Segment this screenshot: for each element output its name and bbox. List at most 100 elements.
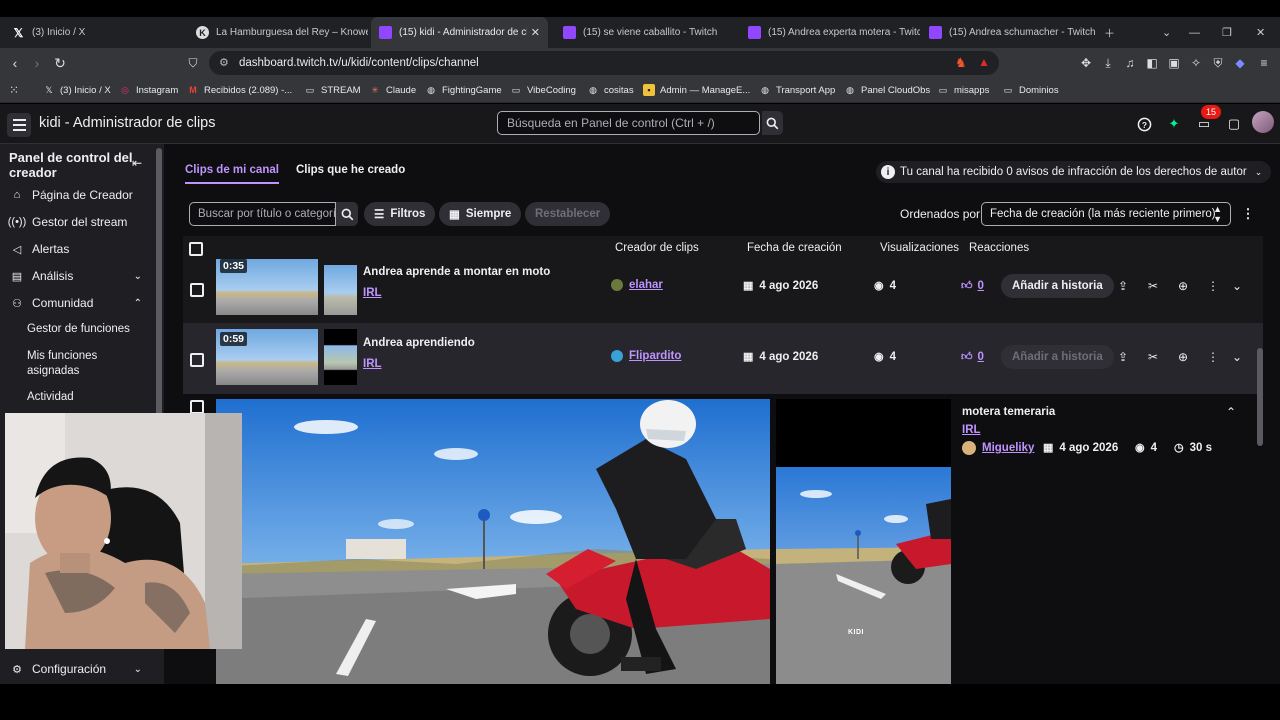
sidebar-subitem-activity[interactable]: Actividad: [27, 390, 147, 405]
row-checkbox[interactable]: [190, 400, 204, 414]
browser-tab-caballito[interactable]: (15) se viene caballito - Twitch: [555, 17, 735, 48]
menu-icon[interactable]: ≡: [1256, 55, 1272, 71]
forward-icon[interactable]: ›: [28, 54, 46, 72]
bookmark-misapps[interactable]: ▭ misapps: [937, 78, 990, 102]
tab-list-icon[interactable]: ⌄: [1162, 17, 1171, 48]
add-to-story-button[interactable]: Añadir a historia: [1001, 345, 1114, 369]
wallet-icon[interactable]: ▣: [1166, 55, 1182, 71]
browser-tab-x[interactable]: 𝕏 (3) Inicio / X: [4, 17, 189, 48]
clip-creator-link[interactable]: elahar: [611, 279, 663, 291]
brave-rewards-icon[interactable]: ▲: [978, 55, 990, 69]
vpn-icon[interactable]: ⛨: [1210, 55, 1226, 71]
bookmark-transport[interactable]: ◍ Transport App: [759, 78, 835, 102]
extensions-icon[interactable]: ✥: [1078, 55, 1094, 71]
clip-video-player[interactable]: [216, 399, 770, 684]
bookmark-icon[interactable]: ⛉: [184, 54, 202, 72]
media-icon[interactable]: ♫: [1122, 55, 1138, 71]
column-views[interactable]: Visualizaciones: [880, 242, 959, 254]
sidebar-item-creator-page[interactable]: ⌂ Página de Creador: [0, 182, 152, 208]
share-icon[interactable]: ⇪: [1115, 278, 1131, 294]
more-options-icon[interactable]: ⋮: [1205, 278, 1221, 294]
clip-thumbnail[interactable]: 0:59: [216, 329, 318, 385]
sidebar-scrollbar[interactable]: [156, 148, 162, 416]
clip-category-link[interactable]: IRL: [363, 358, 382, 370]
clip-reactions[interactable]: 👍︎ 0: [961, 350, 984, 364]
clip-search-input[interactable]: Buscar por título o categoría: [189, 202, 336, 226]
share-icon[interactable]: ⇪: [1115, 349, 1131, 365]
content-scrollbar[interactable]: [1257, 348, 1263, 446]
row-checkbox[interactable]: [190, 283, 204, 297]
browser-tab-schumacher[interactable]: (15) Andrea schumacher - Twitch: [921, 17, 1101, 48]
dashboard-search-button[interactable]: [762, 111, 783, 135]
close-tab-icon[interactable]: ✕: [531, 26, 540, 39]
apps-icon[interactable]: ⁙: [8, 78, 25, 102]
minimize-icon[interactable]: —: [1189, 17, 1200, 48]
row-checkbox[interactable]: [190, 353, 204, 367]
more-options-icon[interactable]: ⋮: [1240, 202, 1256, 226]
leo-ai-icon[interactable]: ✧: [1188, 55, 1204, 71]
chevron-down-icon[interactable]: ⌄: [1229, 349, 1245, 365]
clip-thumbnail[interactable]: 0:35: [216, 259, 318, 315]
bookmark-cloudobs[interactable]: ◍ Panel CloudObs: [844, 78, 930, 102]
dashboard-search-input[interactable]: Búsqueda en Panel de control (Ctrl + /): [497, 111, 760, 135]
clip-creator-link[interactable]: Flipardito: [611, 350, 681, 362]
add-circle-icon[interactable]: ⊕: [1175, 349, 1191, 365]
help-icon[interactable]: ?: [1135, 115, 1153, 133]
browser-tab-experta[interactable]: (15) Andrea experta motera - Twitch: [740, 17, 920, 48]
back-icon[interactable]: ‹: [6, 54, 24, 72]
site-settings-icon[interactable]: ⚙: [219, 56, 229, 69]
sidebar-item-analytics[interactable]: ▤ Análisis ⌄: [0, 263, 152, 289]
chevron-down-icon[interactable]: ⌄: [1229, 278, 1245, 294]
bookmark-gmail[interactable]: M Recibidos (2.089) -...: [187, 78, 292, 102]
filters-button[interactable]: ☰ Filtros: [364, 202, 436, 226]
clip-thumbnail-vertical[interactable]: [324, 265, 357, 315]
whispers-icon[interactable]: ▢: [1225, 115, 1243, 133]
scissors-icon[interactable]: ✂: [1145, 349, 1161, 365]
bookmark-stream[interactable]: ▭ STREAM: [304, 78, 361, 102]
clip-reactions[interactable]: 👍︎ 0: [961, 279, 984, 293]
new-tab-icon[interactable]: ＋: [1104, 17, 1115, 48]
bookmark-x[interactable]: 𝕏 (3) Inicio / X: [43, 78, 110, 102]
bookmark-admin[interactable]: ▪ Admin — ManageE...: [643, 78, 750, 102]
clip-thumbnail-vertical[interactable]: [324, 329, 357, 385]
bookmark-claude[interactable]: ✳ Claude: [369, 78, 416, 102]
menu-toggle-button[interactable]: [7, 113, 31, 137]
column-creator[interactable]: Creador de clips: [615, 242, 699, 254]
browser-tab-clip-manager[interactable]: (15) kidi - Administrador de clip ✕: [371, 17, 548, 48]
browser-tab-knoweats[interactable]: K La Hamburguesa del Rey – Knoweats: [188, 17, 368, 48]
bits-icon[interactable]: ✦: [1165, 115, 1183, 133]
sidebar-item-stream-manager[interactable]: ((•)) Gestor del stream: [0, 209, 152, 235]
sidebar-item-alerts[interactable]: ◁ Alertas: [0, 236, 152, 262]
select-all-checkbox[interactable]: [189, 242, 203, 256]
add-circle-icon[interactable]: ⊕: [1175, 278, 1191, 294]
profile-icon[interactable]: ◆: [1232, 55, 1248, 71]
clip-category-link[interactable]: IRL: [363, 287, 382, 299]
expanded-clip-creator-link[interactable]: Migueliky: [962, 441, 1034, 455]
sidebar-subitem-role-manager[interactable]: Gestor de funciones: [27, 322, 147, 337]
sidebar-toggle-icon[interactable]: ◧: [1144, 55, 1160, 71]
sidebar-subitem-my-roles[interactable]: Mis funciones asignadas: [27, 349, 147, 379]
sidebar-item-community[interactable]: ⚇ Comunidad ⌃: [0, 290, 152, 316]
chevron-up-icon[interactable]: ⌃: [1223, 404, 1239, 420]
download-icon[interactable]: ⤓: [1100, 55, 1116, 71]
bookmark-cositas[interactable]: ◍ cositas: [587, 78, 634, 102]
url-field[interactable]: ⚙ dashboard.twitch.tv/u/kidi/content/cli…: [209, 51, 999, 75]
tab-my-created-clips[interactable]: Clips que he creado: [296, 164, 405, 184]
column-date[interactable]: Fecha de creación: [747, 242, 842, 254]
bookmark-instagram[interactable]: ◎ Instagram: [119, 78, 178, 102]
bookmark-fightinggame[interactable]: ◍ FightingGame: [425, 78, 502, 102]
clip-vertical-preview[interactable]: KIDI: [776, 399, 951, 684]
reset-button[interactable]: Restablecer: [525, 202, 611, 226]
scissors-icon[interactable]: ✂: [1145, 278, 1161, 294]
sort-select[interactable]: Fecha de creación (la más reciente prime…: [981, 202, 1231, 226]
clip-search-button[interactable]: [336, 202, 358, 226]
bookmark-dominios[interactable]: ▭ Dominios: [1002, 78, 1059, 102]
more-options-icon[interactable]: ⋮: [1205, 349, 1221, 365]
add-to-story-button[interactable]: Añadir a historia: [1001, 274, 1114, 298]
period-button[interactable]: ▦ Siempre: [439, 202, 522, 226]
tab-channel-clips[interactable]: Clips de mi canal: [185, 164, 279, 184]
restore-icon[interactable]: ❐: [1222, 17, 1232, 48]
collapse-sidebar-icon[interactable]: ⇤: [132, 156, 142, 170]
copyright-notice[interactable]: i Tu canal ha recibido 0 avisos de infra…: [876, 161, 1272, 183]
close-window-icon[interactable]: ✕: [1256, 17, 1265, 48]
